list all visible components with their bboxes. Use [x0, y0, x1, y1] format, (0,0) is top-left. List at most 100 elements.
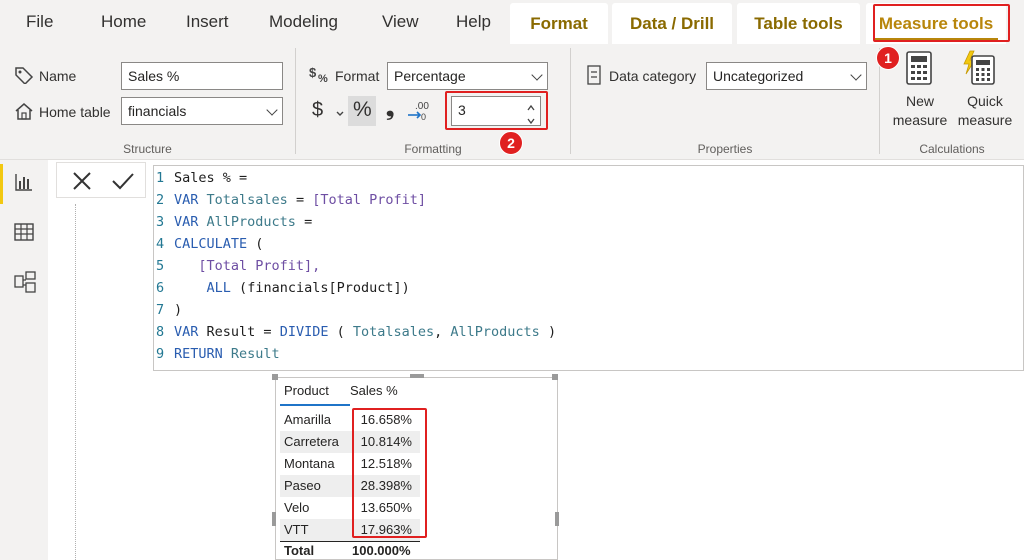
format-label: Format [335, 68, 380, 84]
code-text: ( [328, 324, 353, 340]
chevron-down-icon [850, 69, 862, 81]
code-text: ) [401, 280, 410, 296]
total-divider [280, 541, 420, 542]
menu-help[interactable]: Help [456, 12, 491, 32]
line-number: 2 [156, 192, 165, 208]
format-value: Percentage [394, 68, 466, 84]
dax-formula-editor[interactable]: 1 Sales % = 2 VAR Totalsales = [Total Prof… [153, 165, 1024, 371]
home-table-label: Home table [39, 104, 111, 120]
code-function: DIVIDE [279, 324, 329, 340]
ribbon-divider [295, 48, 296, 154]
currency-button[interactable]: $ [312, 99, 323, 122]
code-variable: AllProducts [206, 214, 296, 230]
code-keyword: RETURN [174, 346, 223, 362]
report-view-icon[interactable] [13, 171, 35, 198]
sort-underline [280, 404, 350, 406]
data-category-label: Data category [609, 68, 697, 84]
code-line-2: 2 VAR Totalsales = [Total Profit] [154, 189, 426, 211]
cell-product: VTT [284, 522, 309, 537]
tab-format-label: Format [530, 13, 588, 33]
line-number: 6 [156, 280, 165, 296]
resize-handle[interactable] [272, 512, 276, 526]
ribbon-divider [570, 48, 571, 154]
resize-handle[interactable] [272, 374, 278, 380]
code-line-6: 6 ALL (financials[Product]) [154, 277, 410, 299]
menu-modeling[interactable]: Modeling [269, 12, 338, 32]
tab-data-drill[interactable]: Data / Drill [612, 3, 732, 44]
code-line-7: 7) [154, 299, 182, 321]
cell-product: Amarilla [284, 412, 331, 427]
code-variable: Totalsales [206, 192, 288, 208]
code-text: Result = [206, 324, 280, 340]
total-label: Total [284, 543, 315, 558]
code-measure-ref: [Total Profit], [198, 258, 321, 274]
code-variable: AllProducts [450, 324, 540, 340]
cell-product: Carretera [284, 434, 339, 449]
code-line-3: 3 VAR AllProducts = [154, 211, 312, 233]
tag-icon [14, 66, 34, 89]
code-keyword: VAR [174, 324, 199, 340]
chevron-down-icon [266, 104, 278, 116]
resize-handle[interactable] [410, 374, 424, 378]
table-view-icon[interactable] [13, 221, 35, 248]
code-variable: Result [230, 346, 280, 362]
cell-product: Velo [284, 500, 310, 515]
highlight-box-decimal-places [445, 91, 548, 130]
column-header-product[interactable]: Product [284, 383, 329, 398]
measure-name-input[interactable]: Sales % [121, 62, 283, 90]
cell-product: Montana [284, 456, 335, 471]
chevron-down-icon [531, 69, 543, 81]
decrease-decimal-icon[interactable]: .00 0 [406, 98, 430, 127]
view-rail [0, 160, 48, 560]
quick-measure-label-line2: measure [957, 112, 1013, 128]
percent-button[interactable]: % [348, 96, 376, 126]
resize-handle[interactable] [555, 512, 559, 526]
menu-home[interactable]: Home [101, 12, 146, 32]
code-table-ref: financials [247, 280, 329, 296]
code-line-9: 9 RETURN Result [154, 343, 280, 365]
line-number: 7 [156, 302, 165, 318]
data-category-select[interactable]: Uncategorized [706, 62, 867, 90]
step-badge-2: 2 [499, 131, 523, 155]
resize-handle[interactable] [552, 374, 558, 380]
highlight-box-sales-values [352, 408, 427, 538]
quick-calculator-icon [961, 50, 997, 91]
code-text: = [304, 214, 313, 230]
close-icon[interactable] [71, 170, 93, 197]
line-number: 1 [156, 170, 165, 186]
code-text: ) [174, 302, 183, 318]
model-view-icon[interactable] [13, 270, 37, 299]
code-column-ref: [Product] [328, 280, 402, 296]
code-measure-ref: [Total Profit] [312, 192, 427, 208]
check-icon[interactable] [111, 170, 135, 197]
code-variable: Totalsales [352, 324, 435, 340]
tab-format[interactable]: Format [510, 3, 608, 44]
code-text: Sales % = [174, 170, 248, 186]
canvas-guide-line [75, 204, 76, 560]
code-text: ) [539, 324, 557, 340]
menu-file[interactable]: File [26, 12, 53, 32]
tab-table-tools[interactable]: Table tools [737, 3, 860, 44]
menu-view[interactable]: View [382, 12, 419, 32]
code-text: ( [239, 280, 248, 296]
chevron-down-icon[interactable] [335, 106, 345, 124]
format-select[interactable]: Percentage [387, 62, 548, 90]
svg-text:$: $ [309, 65, 317, 80]
code-text: = [295, 192, 305, 208]
line-number: 9 [156, 346, 165, 362]
active-view-indicator [0, 164, 3, 204]
home-table-select[interactable]: financials [121, 97, 283, 125]
new-measure-label-line2: measure [892, 112, 948, 128]
line-number: 8 [156, 324, 165, 340]
code-function: ALL [206, 280, 231, 296]
comma-style-button[interactable]: ❟ [386, 97, 394, 121]
column-header-sales-pct[interactable]: Sales % [350, 383, 398, 398]
quick-measure-button[interactable]: Quick measure [953, 48, 1017, 134]
format-icon: $% [309, 64, 333, 89]
structure-group-label: Structure [123, 142, 172, 156]
svg-text:%: % [318, 73, 328, 84]
home-icon [14, 102, 34, 125]
data-category-value: Uncategorized [713, 68, 804, 84]
tab-data-drill-label: Data / Drill [629, 13, 715, 33]
menu-insert[interactable]: Insert [186, 12, 229, 32]
